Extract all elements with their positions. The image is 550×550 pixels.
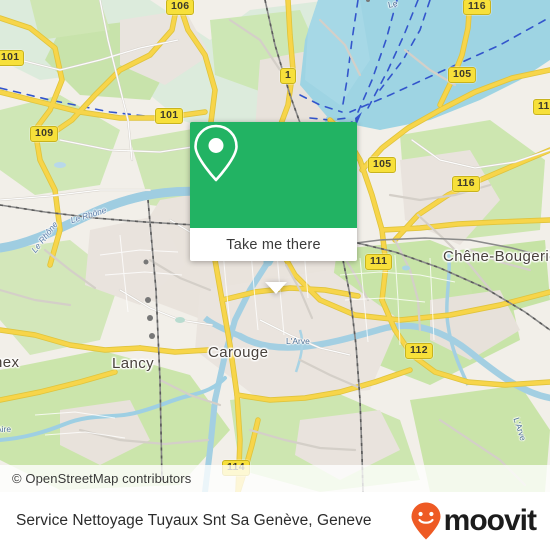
map-canvas[interactable]: Chêne-Bougeries Carouge Lancy nex Le Rhô… [0,0,550,492]
moovit-pin-smile-icon [411,502,441,540]
road-shield[interactable]: 105 [368,157,397,173]
road-shield[interactable]: 110 [533,99,550,115]
popup-pin-panel [190,122,357,228]
footer-bar: Service Nettoyage Tuyaux Snt Sa Genève, … [0,492,550,550]
road-shield[interactable]: 111 [365,254,393,270]
road-shield[interactable]: 105 [448,67,477,83]
map-screenshot: Chêne-Bougeries Carouge Lancy nex Le Rhô… [0,0,550,550]
road-shield[interactable]: 1 [280,68,297,84]
location-popup[interactable]: Take me there [190,122,357,294]
road-shield[interactable]: 109 [30,126,59,142]
moovit-logo[interactable]: moovit [410,501,537,541]
road-shield[interactable]: 101 [155,108,184,124]
map-attribution: © OpenStreetMap contributors [0,465,550,492]
popup-tail [265,282,287,294]
road-shield[interactable]: 116 [452,176,480,192]
moovit-wordmark: moovit [443,504,537,537]
road-shield[interactable]: 112 [405,343,433,359]
attribution-text: © OpenStreetMap contributors [12,471,192,486]
page-title: Service Nettoyage Tuyaux Snt Sa Genève, … [16,512,372,529]
location-pin-icon [194,124,238,182]
road-shield[interactable]: 106 [166,0,195,15]
take-me-there-button[interactable]: Take me there [190,228,357,261]
road-shield[interactable]: 116 [463,0,491,15]
road-shield[interactable]: 101 [0,50,25,66]
